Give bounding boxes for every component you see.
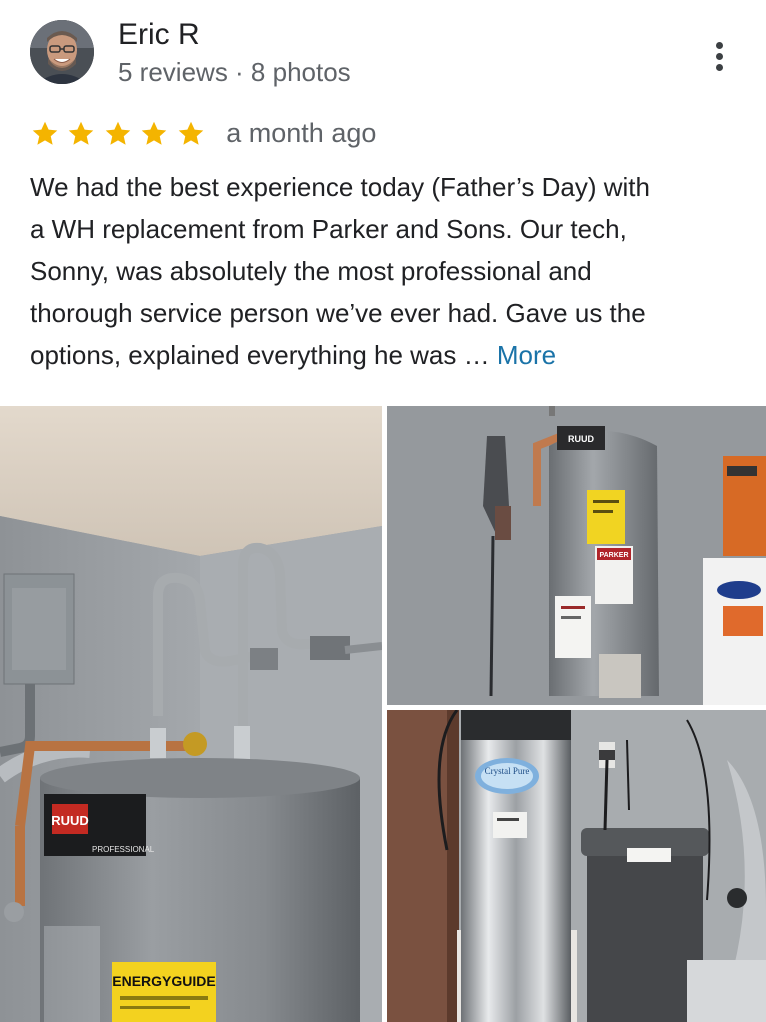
avatar[interactable]: [30, 20, 94, 84]
star-icon: [69, 121, 94, 145]
energy-guide-label: ENERGYGUIDE: [112, 973, 215, 989]
review-photo-garage-heater[interactable]: RUUD PARKER: [387, 406, 766, 705]
heater-series: PROFESSIONAL: [92, 845, 155, 854]
review-line: We had the best experience today (Father…: [30, 172, 650, 202]
review-date: a month ago: [226, 118, 377, 148]
more-link[interactable]: More: [497, 340, 556, 370]
parker-sticker: PARKER: [599, 552, 628, 559]
review-text: We had the best experience today (Father…: [30, 166, 740, 376]
review-photo-water-heater[interactable]: RUUD PROFESSIONAL ENERGYGUIDE: [0, 406, 382, 1022]
reviewer-meta: 5 reviews · 8 photos: [118, 57, 351, 87]
review-photo-water-softener[interactable]: Crystal Pure: [387, 710, 766, 1022]
review-header: Eric R 5 reviews · 8 photos: [0, 0, 766, 110]
more-vert-icon[interactable]: [700, 36, 740, 76]
star-icon: [32, 121, 58, 145]
heater2-brand: RUUD: [568, 434, 594, 444]
softener-brand: Crystal Pure: [485, 766, 530, 776]
heater-brand: RUUD: [51, 813, 89, 828]
star-icon: [142, 121, 167, 145]
review-line: Sonny, was absolutely the most professio…: [30, 256, 592, 286]
reviewer-name[interactable]: Eric R: [118, 16, 200, 54]
review-line-last: options, explained everything he was … M…: [30, 334, 740, 376]
review-line: thorough service person we’ve ever had. …: [30, 298, 646, 328]
rating-row: a month ago: [30, 118, 376, 158]
star-icon: [178, 121, 204, 145]
review-line: options, explained everything he was …: [30, 340, 497, 370]
star-icon: [105, 121, 131, 145]
review-line: a WH replacement from Parker and Sons. O…: [30, 214, 627, 244]
